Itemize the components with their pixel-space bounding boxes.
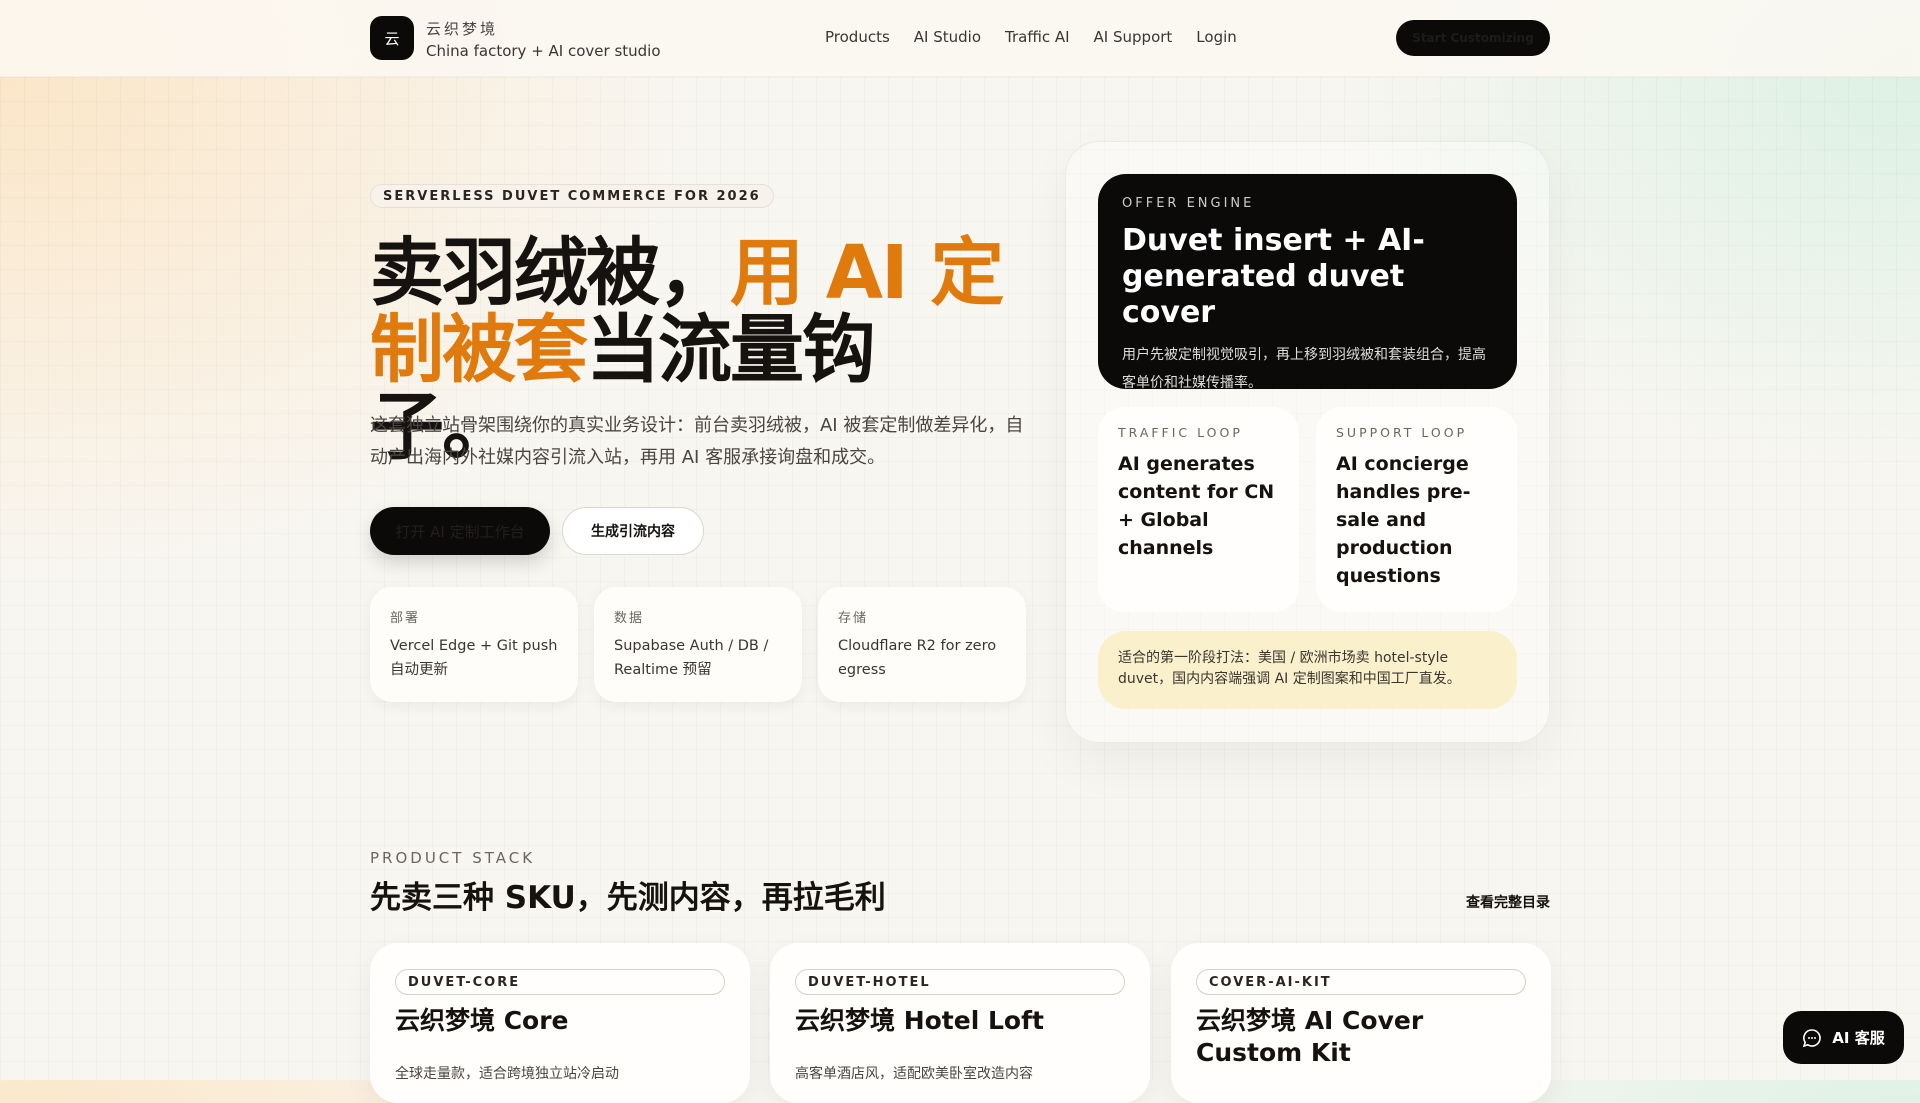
top-header: 云 云织梦境 China factory + AI cover studio P…: [0, 0, 1920, 77]
stack-label: 数据: [614, 611, 645, 626]
nav-products[interactable]: Products: [825, 28, 890, 46]
stack-label: 存储: [838, 611, 869, 626]
start-customizing-button[interactable]: Start Customizing: [1396, 20, 1550, 56]
background-grid: [0, 77, 1920, 1080]
brand-logo[interactable]: 云: [370, 16, 414, 60]
stack-label: 部署: [390, 611, 421, 626]
nav-login[interactable]: Login: [1196, 28, 1236, 46]
traffic-label: TRAFFIC LOOP: [1118, 425, 1243, 440]
offer-label: OFFER ENGINE: [1122, 196, 1255, 211]
chat-bubble-icon: [1803, 1028, 1822, 1047]
product-desc: 高客单酒店风，适配欧美卧室改造内容: [795, 1066, 1033, 1082]
product-card[interactable]: COVER-AI-KIT 云织梦境 AI Cover Custom Kit: [1171, 943, 1551, 1103]
strategy-note: 适合的第一阶段打法：美国 / 欧洲市场卖 hotel-style duvet，国…: [1098, 631, 1517, 709]
section-eyebrow: PRODUCT STACK: [370, 849, 536, 867]
product-desc: 全球走量款，适合跨境独立站冷启动: [395, 1066, 619, 1082]
stack-value: Supabase Auth / DB / Realtime 预留: [614, 638, 769, 678]
chat-label: AI 客服: [1832, 1029, 1885, 1047]
stack-value: Cloudflare R2 for zero egress: [838, 638, 997, 678]
view-catalog-link[interactable]: 查看完整目录: [1466, 892, 1550, 912]
section-title: 先卖三种 SKU，先测内容，再拉毛利: [370, 880, 886, 916]
sku-tag: COVER-AI-KIT: [1196, 969, 1526, 995]
main-nav: Products AI Studio Traffic AI AI Support…: [825, 28, 1237, 46]
brand: 云织梦境 China factory + AI cover studio: [426, 18, 661, 60]
open-ai-studio-button[interactable]: 打开 AI 定制工作台: [370, 507, 550, 555]
sku-tag: DUVET-HOTEL: [795, 969, 1125, 995]
product-name: 云织梦境 Hotel Loft: [795, 1006, 1044, 1035]
generate-content-button[interactable]: 生成引流内容: [562, 507, 704, 555]
product-card[interactable]: DUVET-HOTEL 云织梦境 Hotel Loft 高客单酒店风，适配欧美卧…: [770, 943, 1150, 1103]
hero-title-part: 卖羽绒被，: [370, 230, 732, 316]
support-label: SUPPORT LOOP: [1336, 425, 1468, 440]
support-loop-card: SUPPORT LOOP AI concierge handles pre-sa…: [1316, 407, 1517, 612]
offer-desc: 用户先被定制视觉吸引，再上移到羽绒被和套装组合，提高客单价和社媒传播率。: [1122, 347, 1486, 391]
stack-card-data: 数据 Supabase Auth / DB / Realtime 预留: [594, 587, 802, 702]
support-text: AI concierge handles pre-sale and produc…: [1336, 453, 1471, 587]
traffic-loop-card: TRAFFIC LOOP AI generates content for CN…: [1098, 407, 1299, 612]
brand-name: 云织梦境: [426, 20, 499, 38]
product-card[interactable]: DUVET-CORE 云织梦境 Core 全球走量款，适合跨境独立站冷启动: [370, 943, 750, 1103]
stack-value: Vercel Edge + Git push 自动更新: [390, 638, 558, 678]
offer-title: Duvet insert + AI-generated duvet cover: [1122, 223, 1425, 330]
product-name: 云织梦境 AI Cover Custom Kit: [1196, 1006, 1424, 1067]
stack-card-deploy: 部署 Vercel Edge + Git push 自动更新: [370, 587, 578, 702]
nav-ai-support[interactable]: AI Support: [1094, 28, 1173, 46]
stack-card-storage: 存储 Cloudflare R2 for zero egress: [818, 587, 1026, 702]
ai-support-chat-button[interactable]: AI 客服: [1783, 1011, 1904, 1064]
hero-badge: SERVERLESS DUVET COMMERCE FOR 2026: [370, 184, 774, 208]
brand-tagline: China factory + AI cover studio: [426, 42, 661, 60]
sku-tag: DUVET-CORE: [395, 969, 725, 995]
traffic-text: AI generates content for CN + Global cha…: [1118, 453, 1275, 559]
stack-cards: 部署 Vercel Edge + Git push 自动更新 数据 Supabase…: [370, 587, 1026, 702]
product-name: 云织梦境 Core: [395, 1006, 569, 1035]
nav-ai-studio[interactable]: AI Studio: [914, 28, 981, 46]
offer-engine-card: OFFER ENGINE Duvet insert + AI-generated…: [1098, 174, 1517, 391]
hero-lead: 这套独立站骨架围绕你的真实业务设计：前台卖羽绒被，AI 被套定制做差异化，自动产…: [370, 415, 1024, 468]
nav-traffic-ai[interactable]: Traffic AI: [1005, 28, 1070, 46]
